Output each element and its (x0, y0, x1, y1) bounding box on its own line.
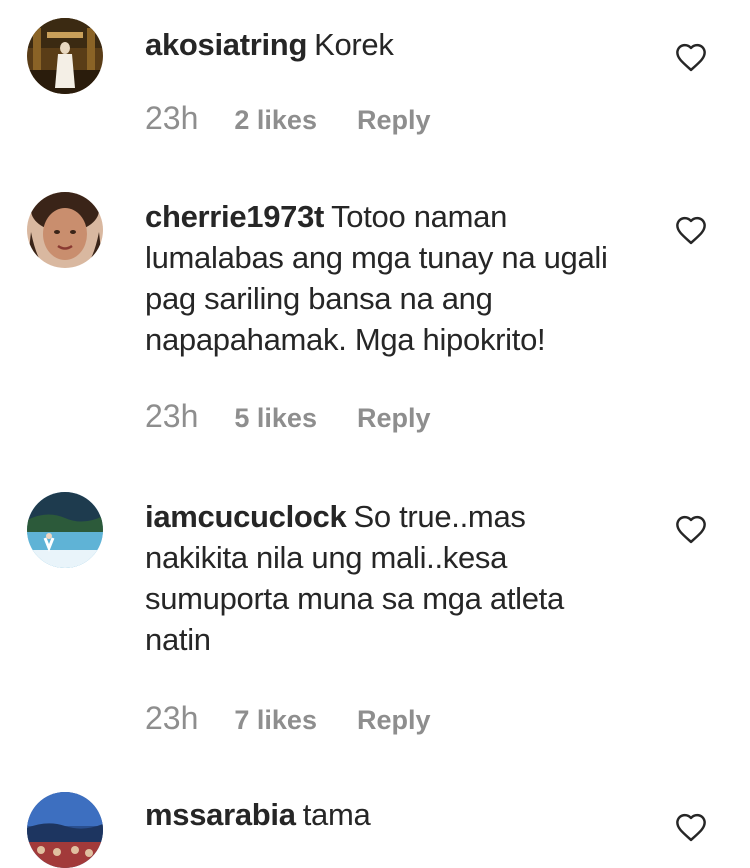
comment-likes[interactable]: 5 likes (234, 403, 317, 434)
comment-text: Korek (314, 27, 394, 62)
comment-meta: 23h 5 likes Reply (145, 398, 431, 438)
reply-button[interactable]: Reply (357, 105, 431, 136)
comment-username[interactable]: akosiatring (145, 27, 307, 62)
comment-body: mssarabia tama (145, 794, 615, 835)
comment-likes[interactable]: 2 likes (234, 105, 317, 136)
comment-time: 23h (145, 100, 199, 136)
comment-text: tama (302, 797, 371, 832)
avatar[interactable] (27, 492, 103, 568)
avatar-image (27, 792, 103, 868)
avatar-image (27, 492, 103, 568)
comment-username[interactable]: cherrie1973t (145, 199, 324, 234)
heart-outline-icon[interactable] (674, 514, 708, 544)
avatar[interactable] (27, 192, 103, 268)
comment-likes[interactable]: 7 likes (234, 705, 317, 736)
comment-time: 23h (145, 700, 199, 736)
heart-outline-icon[interactable] (674, 42, 708, 72)
avatar-image (27, 192, 103, 268)
avatar-image (27, 18, 103, 94)
comment-meta: 23h 2 likes Reply (145, 100, 431, 140)
comment-meta: 23h 7 likes Reply (145, 700, 431, 740)
heart-outline-icon[interactable] (674, 215, 708, 245)
reply-button[interactable]: Reply (357, 705, 431, 736)
heart-outline-icon[interactable] (674, 812, 708, 842)
comment-username[interactable]: iamcucuclock (145, 499, 347, 534)
avatar[interactable] (27, 18, 103, 94)
reply-button[interactable]: Reply (357, 403, 431, 434)
comment-body: akosiatring Korek (145, 24, 615, 65)
comment-body: iamcucuclock So true..mas nakikita nila u… (145, 496, 615, 660)
avatar[interactable] (27, 792, 103, 868)
comment-time: 23h (145, 398, 199, 434)
comment-body: cherrie1973t Totoo naman lumalabas ang mg… (145, 196, 615, 360)
comment-username[interactable]: mssarabia (145, 797, 296, 832)
